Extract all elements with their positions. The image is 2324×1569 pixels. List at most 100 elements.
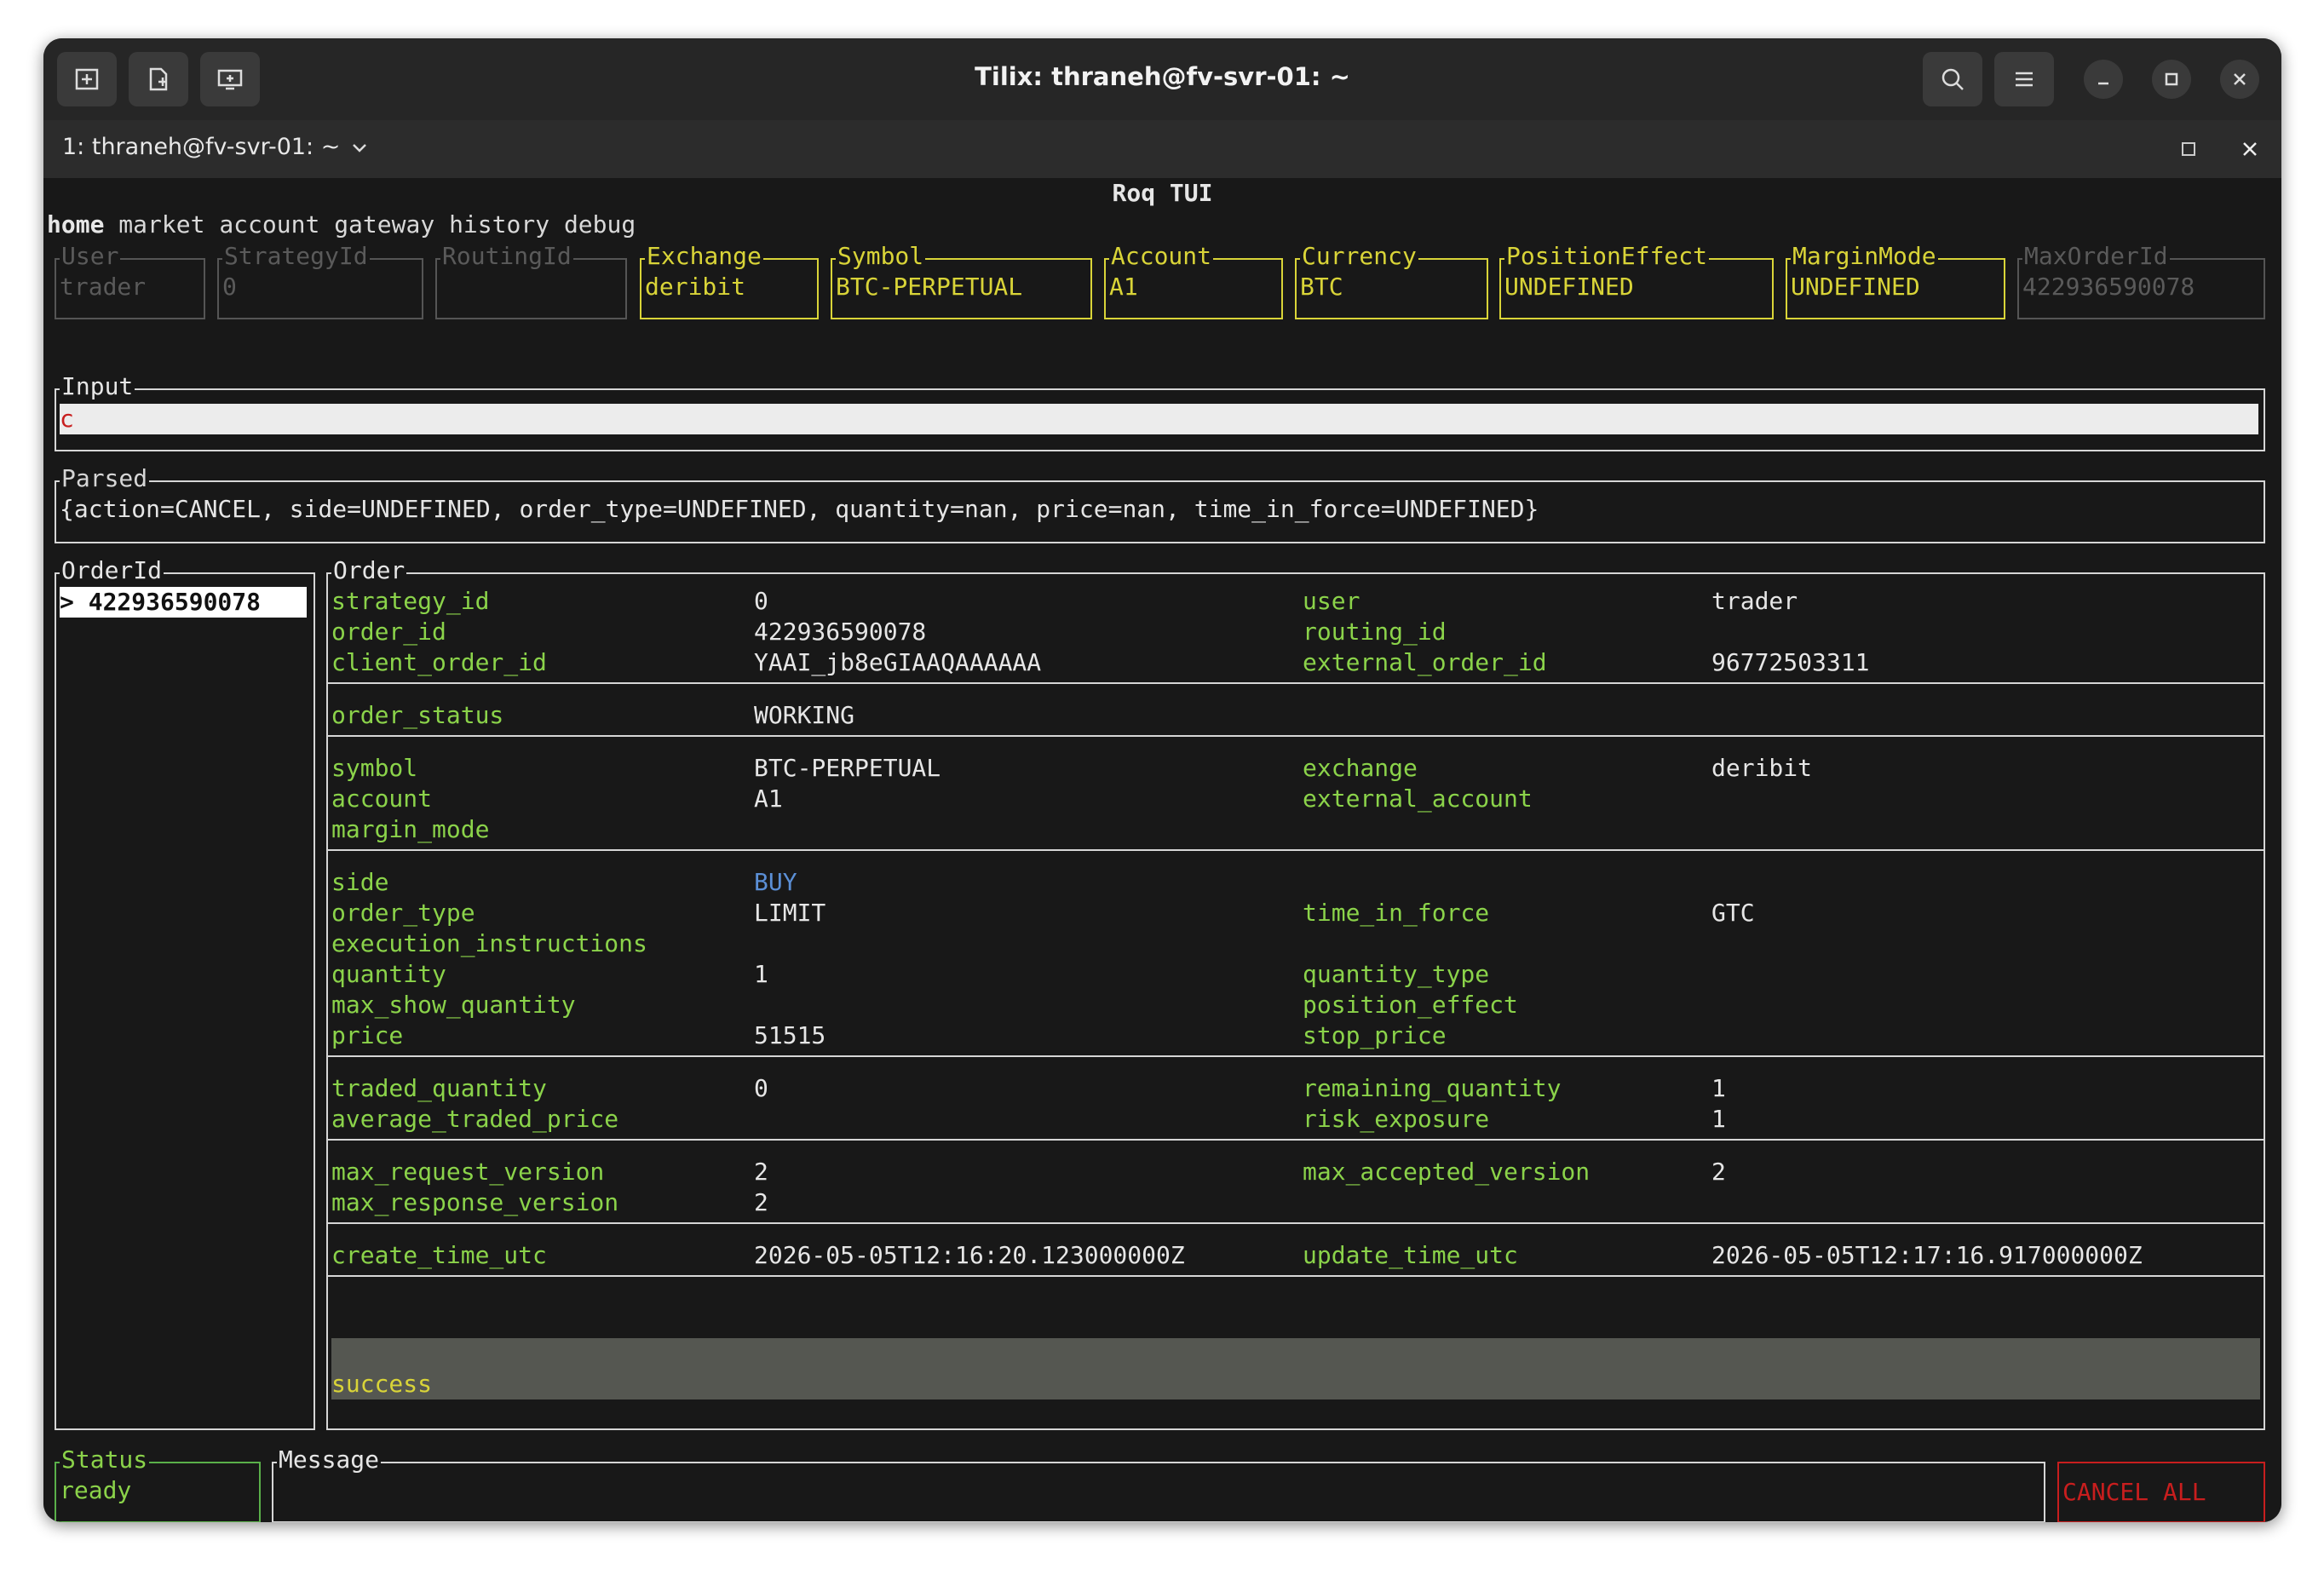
menu-account[interactable]: account: [219, 210, 319, 239]
order-field-key: side: [331, 868, 389, 896]
order-field-value: 51515: [754, 1021, 826, 1049]
maximize-terminal-icon[interactable]: [2180, 141, 2197, 158]
session-tab[interactable]: 1: thraneh@fv-svr-01: ~: [62, 134, 369, 160]
exchange-field[interactable]: Exchange deribit: [640, 241, 819, 319]
routingid-field-label: RoutingId: [440, 241, 573, 272]
order-field-key: risk_exposure: [1303, 1105, 1490, 1133]
order-field-value: 96772503311: [1711, 648, 1870, 676]
menu-button[interactable]: [1994, 52, 2054, 106]
order-field-value: A1: [754, 784, 783, 813]
order-field-key: user: [1303, 587, 1360, 615]
menu-debug[interactable]: debug: [564, 210, 636, 239]
orderid-selected: > 422936590078: [60, 588, 262, 616]
order-field-key: max_request_version: [331, 1158, 605, 1186]
order-field-value: 422936590078: [754, 618, 927, 646]
user-field-value: trader: [60, 273, 147, 301]
cancel-all-label: CANCEL ALL: [2062, 1478, 2206, 1506]
result-bar: success: [331, 1338, 2260, 1399]
section-divider: [328, 849, 2264, 851]
order-field-key: margin_mode: [331, 815, 490, 843]
result-text: success: [331, 1370, 433, 1398]
currency-field[interactable]: Currency BTC: [1295, 241, 1488, 319]
symbol-field-value: BTC-PERPETUAL: [836, 273, 1023, 301]
order-field-value: 2026-05-05T12:16:20.123000000Z: [754, 1241, 1185, 1269]
message-box: Message: [272, 1445, 2045, 1522]
order-field-value: BUY: [754, 868, 797, 896]
order-field-key: exchange: [1303, 754, 1418, 782]
cancel-all-button[interactable]: CANCEL ALL: [2057, 1462, 2265, 1522]
order-field-value: 1: [754, 960, 768, 988]
minimize-button[interactable]: [2084, 60, 2123, 99]
order-field-key: stop_price: [1303, 1021, 1447, 1049]
order-field-key: create_time_utc: [331, 1241, 547, 1269]
orderid-list-item[interactable]: > 422936590078: [60, 587, 307, 618]
message-label: Message: [277, 1445, 382, 1475]
exchange-field-value: deribit: [645, 273, 746, 301]
order-field-key: external_account: [1303, 784, 1533, 813]
section-divider: [328, 1275, 2264, 1277]
positioneffect-field[interactable]: PositionEffect UNDEFINED: [1499, 241, 1774, 319]
status-box: Status ready: [55, 1445, 261, 1522]
parsed-label: Parsed: [60, 463, 150, 494]
user-field-label: User: [60, 241, 121, 272]
order-field-value: BTC-PERPETUAL: [754, 754, 941, 782]
currency-field-label: Currency: [1300, 241, 1418, 272]
order-field-value: 0: [754, 587, 768, 615]
orderid-panel: OrderId > 422936590078: [55, 555, 315, 1430]
order-field-key: strategy_id: [331, 587, 490, 615]
order-field-key: time_in_force: [1303, 899, 1490, 927]
strategyid-field-label: StrategyId: [222, 241, 370, 272]
menu-market[interactable]: market: [118, 210, 204, 239]
section-divider: [328, 1139, 2264, 1141]
marginmode-field[interactable]: MarginMode UNDEFINED: [1786, 241, 2005, 319]
session-tab-label: 1: thraneh@fv-svr-01: ~: [62, 134, 341, 160]
search-icon: [1941, 68, 1964, 90]
maxorderid-field-value: 422936590078: [2022, 273, 2195, 301]
strategyid-field: StrategyId 0: [217, 241, 423, 319]
order-field-key: order_id: [331, 618, 446, 646]
order-field-value: 2: [1711, 1158, 1726, 1186]
section-divider: [328, 1222, 2264, 1224]
order-field-value: deribit: [1711, 754, 1813, 782]
orderid-panel-label: OrderId: [60, 555, 164, 586]
chevron-down-icon[interactable]: [350, 138, 369, 157]
status-value: ready: [60, 1476, 132, 1504]
order-field-key: max_accepted_version: [1303, 1158, 1591, 1186]
order-field-value: LIMIT: [754, 899, 826, 927]
order-field-key: client_order_id: [331, 648, 547, 676]
session-tab-bar: 1: thraneh@fv-svr-01: ~: [43, 120, 2281, 178]
positioneffect-field-value: UNDEFINED: [1504, 273, 1634, 301]
maximize-button[interactable]: [2152, 60, 2191, 99]
maxorderid-field: MaxOrderId 422936590078: [2017, 241, 2265, 319]
menu-gateway[interactable]: gateway: [334, 210, 434, 239]
close-button[interactable]: [2220, 60, 2259, 99]
order-field-key: account: [331, 784, 433, 813]
order-field-key: max_response_version: [331, 1188, 619, 1216]
close-terminal-icon[interactable]: [2241, 141, 2258, 158]
order-field-value: 1: [1711, 1074, 1726, 1102]
menu-home[interactable]: home: [47, 210, 104, 239]
order-field-value: WORKING: [754, 701, 855, 729]
order-field-key: average_traded_price: [331, 1105, 619, 1133]
input-field[interactable]: c: [60, 404, 2258, 434]
account-field[interactable]: Account A1: [1104, 241, 1283, 319]
title-bar: Tilix: thraneh@fv-svr-01: ~: [43, 38, 2281, 120]
menu-history[interactable]: history: [449, 210, 549, 239]
strategyid-field-value: 0: [222, 273, 237, 301]
order-field-key: routing_id: [1303, 618, 1447, 646]
section-divider: [328, 1055, 2264, 1057]
order-field-key: order_type: [331, 899, 475, 927]
status-label: Status: [60, 1445, 150, 1475]
currency-field-value: BTC: [1300, 273, 1343, 301]
input-value: c: [60, 405, 74, 433]
terminal-content: Roq TUI home market account gateway hist…: [43, 178, 2281, 1522]
order-panel-label: Order: [331, 555, 407, 586]
symbol-field[interactable]: Symbol BTC-PERPETUAL: [831, 241, 1092, 319]
parsed-box: Parsed {action=CANCEL, side=UNDEFINED, o…: [55, 463, 2265, 543]
order-field-value: 2: [754, 1188, 768, 1216]
positioneffect-field-label: PositionEffect: [1504, 241, 1710, 272]
marginmode-field-value: UNDEFINED: [1791, 273, 1920, 301]
search-button[interactable]: [1923, 52, 1982, 106]
user-field: User trader: [55, 241, 205, 319]
input-label: Input: [60, 371, 135, 402]
